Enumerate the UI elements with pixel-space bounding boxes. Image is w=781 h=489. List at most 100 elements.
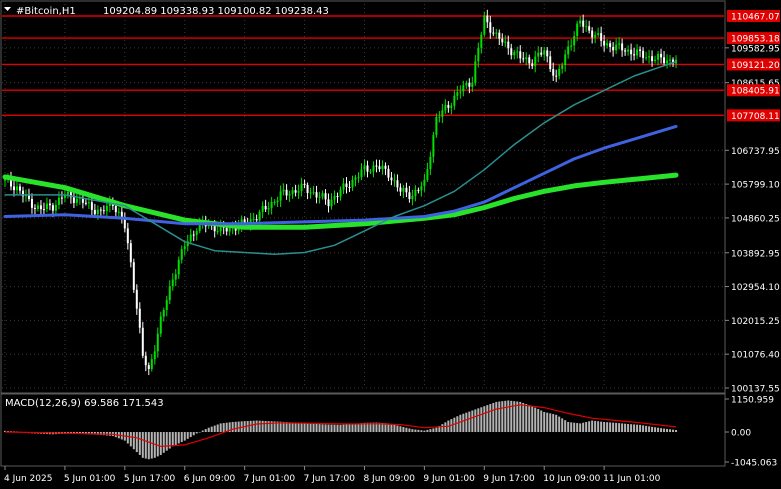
candle-body <box>171 279 174 287</box>
macd-histogram-bar <box>294 422 297 433</box>
candle-body <box>60 197 63 199</box>
macd-histogram-bar <box>324 424 327 433</box>
macd-histogram-bar <box>285 422 288 433</box>
time-tick-label: 6 Jun 09:00 <box>184 474 236 484</box>
candle-body <box>501 38 504 43</box>
candle-body <box>297 191 300 193</box>
candle-body <box>357 177 360 179</box>
candle-body <box>477 47 480 62</box>
candle-body <box>591 30 594 38</box>
macd-histogram-bar <box>192 432 195 436</box>
macd-histogram-bar <box>177 432 180 444</box>
candle-body <box>507 41 510 49</box>
price-tick-label: 101076.40 <box>731 351 780 361</box>
price-axis: 109582.95108615.65106737.95105799.101048… <box>725 44 780 395</box>
candle-body <box>255 219 258 221</box>
macd-histogram-bar <box>159 432 162 455</box>
candle-body <box>459 91 462 93</box>
candle-body <box>147 365 150 370</box>
candle-body <box>75 198 78 203</box>
candle-body <box>429 156 432 170</box>
price-tick-label: 102954.10 <box>731 283 780 293</box>
candle-body <box>441 110 444 117</box>
macd-histogram-bar <box>417 429 420 433</box>
horizontal-levels[interactable] <box>2 15 724 117</box>
macd-histogram-bar <box>432 428 435 433</box>
macd-histogram-bar <box>552 414 555 433</box>
macd-histogram-bar <box>441 424 444 433</box>
macd-histogram-bar <box>213 425 216 433</box>
chart-canvas[interactable]: 109582.95108615.65106737.95105799.101048… <box>0 0 781 489</box>
macd-histogram-bar <box>498 401 501 433</box>
time-axis: 4 Jun 2025 5 Jun 01:00 5 Jun 17:00 6 Jun 09… <box>4 466 661 484</box>
price-tick-label: 100137.55 <box>731 385 780 395</box>
candle-body <box>90 202 93 210</box>
candle-body <box>261 206 264 212</box>
candle-body <box>480 34 483 48</box>
macd-histogram-bar <box>483 406 486 433</box>
candle-body <box>384 165 387 169</box>
candle-body <box>162 309 165 317</box>
candle-body <box>588 26 591 31</box>
time-tick-label: 11 Jun 01:00 <box>603 474 660 484</box>
time-tick-label: 7 Jun 17:00 <box>304 474 356 484</box>
candle-body <box>555 75 558 77</box>
macd-histogram-bar <box>402 426 405 433</box>
candle-body <box>624 50 627 52</box>
macd-histogram-bar <box>537 409 540 433</box>
candle-body <box>291 190 294 195</box>
candle-body <box>510 48 513 56</box>
candle-body <box>375 165 378 167</box>
candle-body <box>135 289 138 309</box>
candle-body <box>405 187 408 193</box>
macd-histogram-bar <box>669 429 672 433</box>
macd-histogram-bar <box>189 432 192 438</box>
macd-histogram-bar <box>255 420 258 433</box>
candle-body <box>582 20 585 27</box>
candle-body <box>585 26 588 28</box>
macd-histogram-bar <box>459 414 462 433</box>
candle-body <box>612 47 615 51</box>
candle-body <box>618 43 621 45</box>
macd-histogram-bar <box>249 420 252 433</box>
candle-body <box>495 32 498 34</box>
candle-body <box>132 262 135 290</box>
macd-histogram-bar <box>621 423 624 433</box>
macd-histogram-bar <box>288 422 291 433</box>
candle-body <box>42 209 45 211</box>
candle-body <box>408 192 411 200</box>
candle-body <box>615 44 618 51</box>
candle-body <box>279 191 282 201</box>
candle-body <box>630 49 633 55</box>
macd-histogram-bar <box>543 411 546 433</box>
candle-body <box>27 195 30 199</box>
macd-histogram-bar <box>390 424 393 433</box>
macd-histogram-bar <box>609 422 612 433</box>
macd-histogram-bar <box>588 421 591 433</box>
macd-histogram-bar <box>582 422 585 433</box>
candle-body <box>552 69 555 76</box>
level-labels: 110467.07 109853.18 109121.20 108405.91 1077… <box>727 9 780 122</box>
candle-body <box>666 60 669 64</box>
candle-body <box>216 231 219 233</box>
macd-histogram-bar <box>306 423 309 433</box>
macd-histogram-bar <box>480 407 483 433</box>
candle-body <box>12 186 15 191</box>
candle-body <box>192 234 195 236</box>
candle-body <box>567 46 570 55</box>
macd-histogram-bar <box>186 432 189 439</box>
candle-body <box>312 192 315 194</box>
macd-histogram-bar <box>297 422 300 433</box>
candle-body <box>309 192 312 194</box>
macd-histogram-bar <box>426 429 429 433</box>
macd-histogram-bar <box>312 423 315 433</box>
macd-histogram-bar <box>525 404 528 433</box>
candle-body <box>363 165 366 170</box>
macd-histogram-bar <box>522 402 525 433</box>
macd-histogram-bar <box>630 424 633 433</box>
candle-body <box>51 205 54 211</box>
level-label: 109121.20 <box>731 61 780 71</box>
time-tick-label: 9 Jun 01:00 <box>423 474 475 484</box>
candle-body <box>516 51 519 53</box>
macd-histogram-bar <box>195 432 198 434</box>
